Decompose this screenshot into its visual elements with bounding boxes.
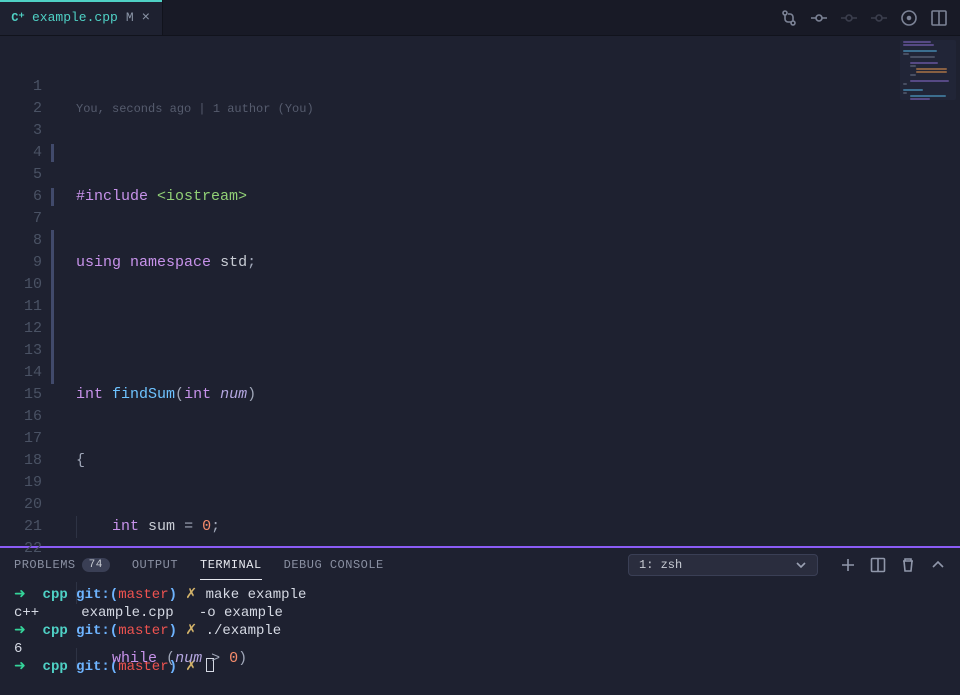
code-line: int findSum(int num)	[76, 384, 960, 406]
line-number: 16	[0, 406, 54, 428]
minimap[interactable]	[900, 40, 956, 100]
panel-tab-label: PROBLEMS	[14, 558, 76, 572]
line-number: 8	[0, 230, 54, 252]
editor-tab-bar: C⁺ example.cpp M ×	[0, 0, 960, 36]
tab-filename: example.cpp	[32, 10, 118, 25]
tab-modified-badge: M	[126, 10, 134, 25]
line-number: 3	[0, 120, 54, 142]
code-editor[interactable]: 1 2 3 4 5 6 7 8 9 10 11 12 13 14 15 16 1…	[0, 36, 960, 546]
line-number: 2	[0, 98, 54, 120]
line-number: 4	[0, 142, 54, 164]
line-number: 20	[0, 494, 54, 516]
line-number: 10	[0, 274, 54, 296]
cpp-file-icon: C⁺	[10, 10, 26, 25]
line-number: 17	[0, 428, 54, 450]
code-line: while (num > 0)	[76, 648, 960, 670]
editor-tab-example-cpp[interactable]: C⁺ example.cpp M ×	[0, 0, 163, 35]
split-editor-icon[interactable]	[930, 9, 948, 27]
tab-close-button[interactable]: ×	[140, 11, 152, 25]
line-number: 21	[0, 516, 54, 538]
commit-icon[interactable]	[810, 9, 828, 27]
line-number: 9	[0, 252, 54, 274]
code-line	[76, 318, 960, 340]
line-number: 19	[0, 472, 54, 494]
code-line: {	[76, 450, 960, 472]
line-number: 18	[0, 450, 54, 472]
code-line: using namespace std;	[76, 252, 960, 274]
code-line	[76, 582, 960, 604]
prev-change-icon[interactable]	[840, 9, 858, 27]
line-number: 22	[0, 538, 54, 560]
line-number-gutter: 1 2 3 4 5 6 7 8 9 10 11 12 13 14 15 16 1…	[0, 36, 60, 546]
line-number: 1	[0, 76, 54, 98]
panel-tab-terminal[interactable]: TERMINAL	[200, 558, 262, 572]
run-target-icon[interactable]	[900, 9, 918, 27]
git-blame-annotation: You, seconds ago | 1 author (You)	[76, 98, 960, 120]
code-line: #include <iostream>	[76, 186, 960, 208]
line-number: 13	[0, 340, 54, 362]
panel-tab-label: TERMINAL	[200, 558, 262, 572]
editor-title-actions	[768, 0, 960, 35]
code-line: int sum = 0;	[76, 516, 960, 538]
code-content[interactable]: You, seconds ago | 1 author (You) #inclu…	[60, 36, 960, 546]
git-compare-icon[interactable]	[780, 9, 798, 27]
line-number: 15	[0, 384, 54, 406]
line-number: 14	[0, 362, 54, 384]
next-change-icon[interactable]	[870, 9, 888, 27]
line-number: 6	[0, 186, 54, 208]
line-number: 11	[0, 296, 54, 318]
line-number: 5	[0, 164, 54, 186]
line-number: 7	[0, 208, 54, 230]
line-number: 12	[0, 318, 54, 340]
